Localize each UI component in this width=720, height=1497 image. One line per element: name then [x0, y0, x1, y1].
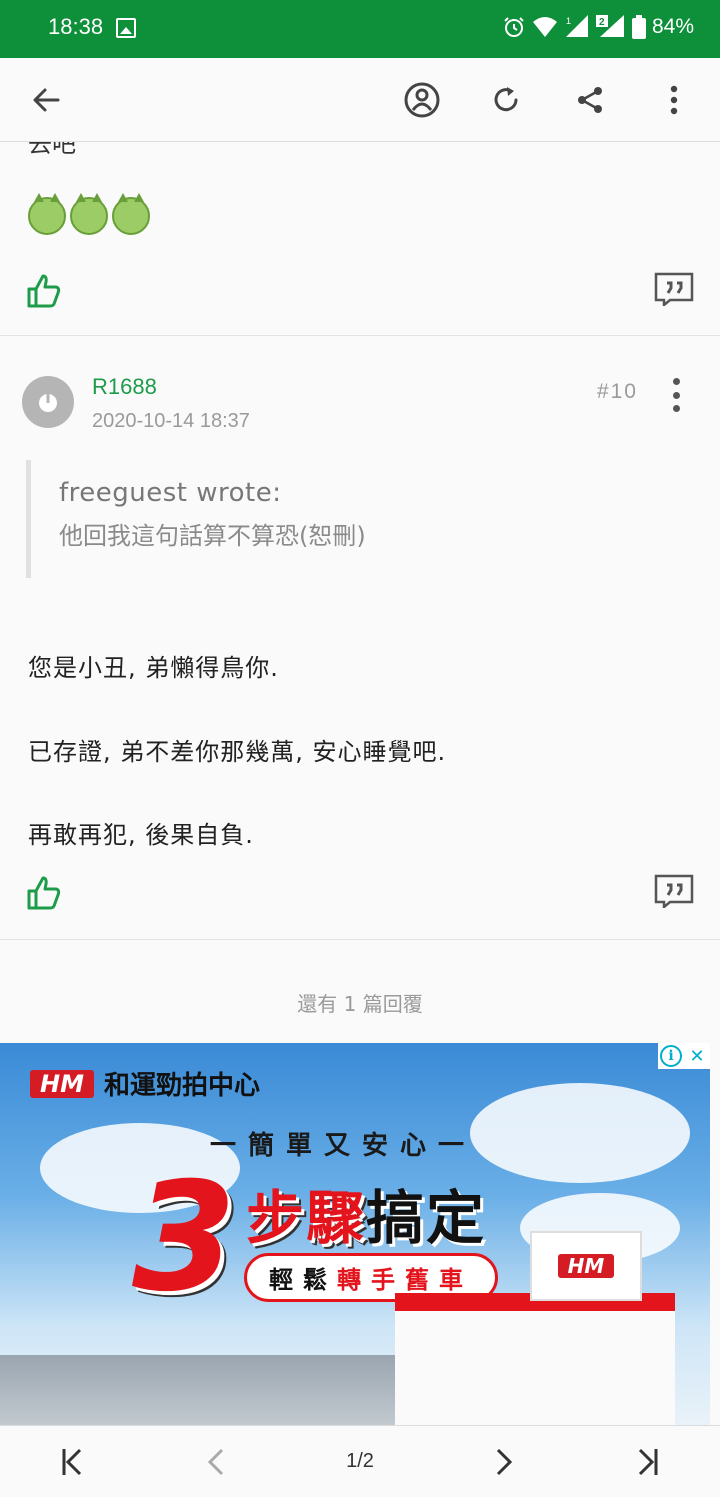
page-indicator[interactable]: 1/2	[330, 1450, 390, 1473]
prev-page-icon	[207, 1448, 224, 1476]
ad-choices: i ✕	[658, 1043, 710, 1069]
ad-big-number: 3	[132, 1151, 237, 1325]
ad-cloud	[470, 1083, 690, 1183]
quote-icon	[654, 272, 694, 308]
more-menu-button[interactable]	[654, 80, 694, 120]
post-timestamp: 2020-10-14 18:37	[92, 410, 250, 432]
last-page-icon	[638, 1448, 658, 1476]
quote-text: 他回我這句話算不算恐(恕刪)	[59, 522, 366, 550]
wifi-icon	[532, 17, 557, 37]
more-vert-icon	[670, 85, 678, 115]
post-divider	[0, 335, 720, 336]
svg-text:1: 1	[566, 16, 571, 26]
status-time: 18:38	[48, 14, 104, 39]
quoted-block: freeguest wrote: 他回我這句話算不算恐(恕刪)	[26, 460, 686, 578]
user-profile-button[interactable]	[402, 80, 442, 120]
thumbs-up-icon	[27, 876, 61, 910]
top-toolbar	[0, 58, 720, 142]
quote-reply-button[interactable]	[654, 874, 694, 914]
refresh-button[interactable]	[486, 80, 526, 120]
battery-icon	[631, 15, 646, 39]
ad-brand: HM 和運勁拍中心	[30, 1065, 260, 1102]
alarm-icon	[504, 17, 524, 37]
vomit-face-emoji-icon	[28, 193, 66, 235]
ad-close-icon[interactable]: ✕	[684, 1043, 710, 1069]
ad-pill-red: 轉手舊車	[337, 1266, 473, 1294]
gallery-icon	[116, 18, 136, 38]
ad-info-icon[interactable]: i	[660, 1045, 682, 1067]
ad-city-skyline	[0, 1355, 400, 1425]
thumbs-up-icon	[27, 274, 61, 308]
ad-banner[interactable]: HM 和運勁拍中心 一簡單又安心一 3 步驟搞定 輕鬆轉手舊車 HM i ✕	[0, 1043, 710, 1425]
ad-headline-red: 步驟	[246, 1184, 367, 1252]
ad-sign-logo: HM	[557, 1254, 615, 1278]
back-button[interactable]	[26, 80, 66, 120]
vomit-face-emoji-icon	[70, 193, 108, 235]
more-dot-icon	[672, 391, 680, 399]
user-circle-icon	[404, 82, 440, 118]
post-10: R1688 2020-10-14 18:37 #10 freeguest wro…	[0, 338, 720, 938]
battery-percent: 84%	[651, 15, 694, 38]
signal-sim2-icon: 2	[595, 15, 624, 37]
post-body-line: 已存證, 弟不差你那幾萬, 安心睡覺吧.	[28, 738, 447, 766]
ad-headline: 步驟搞定	[246, 1171, 486, 1255]
prev-post-text: 去吧	[28, 142, 76, 156]
like-button[interactable]	[26, 272, 66, 312]
like-button[interactable]	[26, 874, 66, 914]
post-actions	[0, 874, 720, 924]
more-replies-link[interactable]: 還有 1 篇回覆	[0, 988, 720, 1017]
svg-text:2: 2	[599, 17, 605, 28]
signal-sim1-icon: 1	[565, 15, 588, 37]
ad-building-sign: HM	[530, 1231, 642, 1301]
ad-brand-name: 和運勁拍中心	[103, 1071, 260, 1101]
post-divider	[0, 939, 720, 940]
prev-page-button[interactable]	[196, 1442, 236, 1482]
share-button[interactable]	[570, 80, 610, 120]
vomit-face-emoji-icon	[112, 193, 150, 235]
first-page-icon	[62, 1448, 82, 1476]
status-icons: 1 2 84%	[502, 15, 694, 39]
post-body-line: 再敢再犯, 後果自負.	[28, 821, 254, 849]
next-page-button[interactable]	[484, 1442, 524, 1482]
more-dot-icon	[672, 378, 680, 385]
post-body-line: 您是小丑, 弟懶得鳥你.	[28, 654, 279, 682]
quote-icon	[654, 874, 694, 910]
next-page-icon	[496, 1448, 513, 1476]
prev-post-emoji-row	[28, 193, 150, 235]
post-number[interactable]: #10	[597, 380, 638, 404]
prev-post-actions	[0, 272, 720, 322]
ad-logo: HM	[30, 1069, 94, 1098]
avatar[interactable]	[22, 376, 74, 428]
status-bar: 18:38 1 2 84%	[0, 0, 720, 58]
quote-author: freeguest wrote:	[59, 478, 282, 508]
prev-post-text-clip: 去吧	[0, 142, 720, 156]
post-more-button[interactable]	[666, 378, 686, 412]
last-page-button[interactable]	[628, 1442, 668, 1482]
username[interactable]: R1688	[92, 374, 157, 400]
ad-pill-dark: 輕鬆	[269, 1266, 337, 1294]
default-avatar-icon	[39, 394, 57, 412]
pagination-bar: 1/2	[0, 1425, 720, 1497]
share-icon	[578, 87, 602, 113]
quote-reply-button[interactable]	[654, 272, 694, 312]
ad-building	[395, 1293, 675, 1425]
refresh-icon	[494, 87, 518, 112]
first-page-button[interactable]	[52, 1442, 92, 1482]
back-arrow-icon	[33, 88, 60, 112]
ad-headline-dark: 搞定	[366, 1184, 487, 1252]
ad-subtitle: 一簡單又安心一	[210, 1131, 477, 1161]
more-dot-icon	[672, 405, 680, 412]
